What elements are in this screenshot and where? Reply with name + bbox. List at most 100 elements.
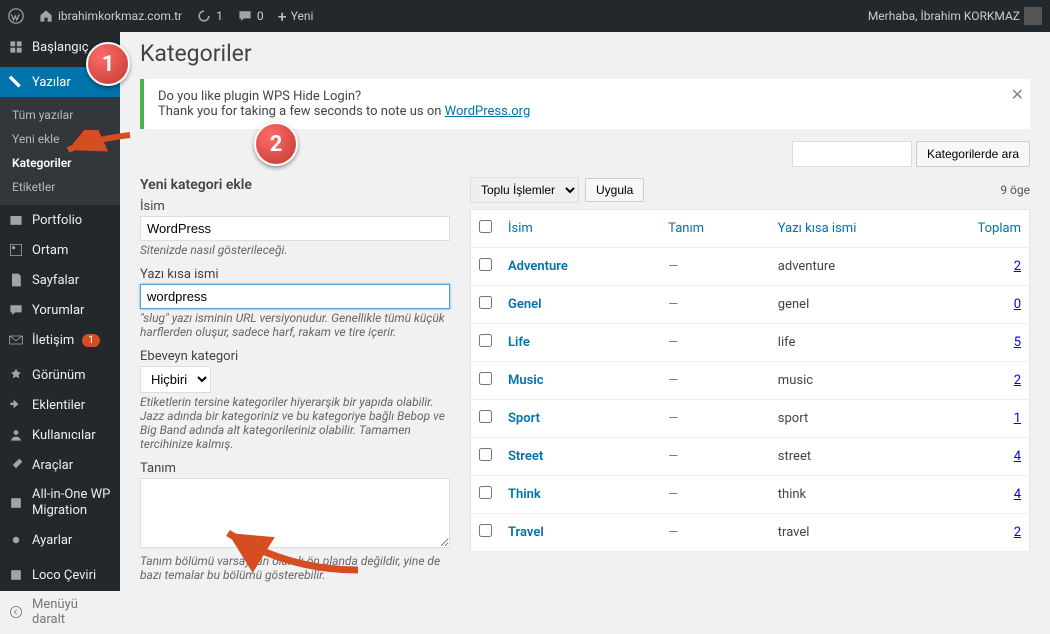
row-desc: —: [660, 400, 770, 438]
row-total-link[interactable]: 0: [1014, 297, 1021, 312]
content-area: Kategoriler Do you like plugin WPS Hide …: [120, 32, 1050, 591]
menu-portfolio[interactable]: Portfolio: [0, 205, 120, 235]
apply-button[interactable]: Uygula: [585, 178, 644, 202]
col-desc[interactable]: Tanım: [660, 210, 770, 248]
row-total-link[interactable]: 2: [1014, 373, 1021, 388]
search-input[interactable]: [792, 141, 912, 167]
admin-sidebar: Başlangıç Yazılar Tüm yazılar Yeni ekle …: [0, 32, 120, 591]
row-name-link[interactable]: Genel: [508, 297, 542, 312]
submenu-tags[interactable]: Etiketler: [0, 175, 120, 199]
bulk-actions-select[interactable]: Toplu İşlemler: [470, 177, 579, 203]
row-name-link[interactable]: Travel: [508, 525, 544, 540]
site-home[interactable]: ibrahimkorkmaz.com.tr: [38, 8, 182, 24]
row-name-link[interactable]: Street: [508, 449, 543, 464]
row-checkbox[interactable]: [479, 448, 492, 461]
notice-link[interactable]: WordPress.org: [445, 104, 531, 119]
row-slug: music: [770, 362, 970, 400]
row-total-link[interactable]: 4: [1014, 487, 1021, 502]
row-name-link[interactable]: Sport: [508, 411, 540, 426]
menu-pages[interactable]: Sayfalar: [0, 265, 120, 295]
row-total-link[interactable]: 2: [1014, 259, 1021, 274]
comments-count[interactable]: 0: [237, 8, 264, 24]
callout-1: 1: [86, 42, 130, 86]
table-row: Travel —travel 2: [471, 514, 1030, 552]
col-total[interactable]: Toplam: [970, 210, 1030, 248]
row-desc: —: [660, 514, 770, 552]
row-slug: travel: [770, 514, 970, 552]
row-slug: genel: [770, 286, 970, 324]
col-name[interactable]: İsim: [500, 210, 660, 248]
row-total-link[interactable]: 4: [1014, 449, 1021, 464]
submenu-categories[interactable]: Kategoriler: [0, 151, 120, 175]
row-desc: —: [660, 248, 770, 286]
menu-comments[interactable]: Yorumlar: [0, 295, 120, 325]
greeting[interactable]: Merhaba, İbrahim KORKMAZ: [868, 7, 1042, 25]
row-checkbox[interactable]: [479, 372, 492, 385]
desc-textarea[interactable]: [140, 478, 450, 548]
table-row: Street —street 4: [471, 438, 1030, 476]
row-checkbox[interactable]: [479, 334, 492, 347]
wp-logo[interactable]: [8, 8, 24, 24]
desc-desc: Tanım bölümü varsayılan olarak ön planda…: [140, 554, 450, 582]
contact-badge: 1: [82, 334, 100, 347]
row-total-link[interactable]: 5: [1014, 335, 1021, 350]
parent-desc: Etiketlerin tersine kategoriler hiyerarş…: [140, 395, 450, 451]
menu-migration[interactable]: All-in-One WP Migration: [0, 480, 120, 525]
slug-input[interactable]: [140, 284, 450, 309]
row-total-link[interactable]: 2: [1014, 525, 1021, 540]
row-checkbox[interactable]: [479, 486, 492, 499]
updates[interactable]: 1: [196, 8, 223, 24]
row-total-link[interactable]: 1: [1014, 411, 1021, 426]
page-title: Kategoriler: [140, 40, 1030, 67]
menu-loco[interactable]: Loco Çeviri: [0, 560, 120, 590]
row-checkbox[interactable]: [479, 258, 492, 271]
row-slug: street: [770, 438, 970, 476]
menu-plugins[interactable]: Eklentiler: [0, 390, 120, 420]
table-row: Think —think 4: [471, 476, 1030, 514]
row-name-link[interactable]: Think: [508, 487, 541, 502]
menu-media[interactable]: Ortam: [0, 235, 120, 265]
row-checkbox[interactable]: [479, 296, 492, 309]
row-checkbox[interactable]: [479, 410, 492, 423]
new-content[interactable]: +Yeni: [278, 7, 314, 26]
search-button[interactable]: Kategorilerde ara: [916, 141, 1030, 167]
table-row: Sport —sport 1: [471, 400, 1030, 438]
row-slug: adventure: [770, 248, 970, 286]
row-name-link[interactable]: Life: [508, 335, 530, 350]
notice-dismiss[interactable]: ✕: [1011, 85, 1024, 104]
row-slug: sport: [770, 400, 970, 438]
parent-label: Ebeveyn kategori: [140, 349, 450, 364]
row-desc: —: [660, 476, 770, 514]
col-slug[interactable]: Yazı kısa ismi: [770, 210, 970, 248]
row-desc: —: [660, 362, 770, 400]
row-slug: think: [770, 476, 970, 514]
table-row: Adventure —adventure 2: [471, 248, 1030, 286]
row-desc: —: [660, 438, 770, 476]
select-all[interactable]: [479, 220, 492, 233]
callout-2: 2: [254, 122, 298, 166]
name-label: İsim: [140, 199, 450, 214]
form-heading: Yeni kategori ekle: [140, 177, 450, 193]
add-category-form: Yeni kategori ekle İsim Sitenizde nasıl …: [140, 177, 450, 591]
row-name-link[interactable]: Adventure: [508, 259, 568, 274]
category-list: Toplu İşlemler Uygula 9 öge İsim Tanım Y…: [470, 177, 1030, 591]
menu-settings[interactable]: Ayarlar: [0, 525, 120, 555]
row-name-link[interactable]: Music: [508, 373, 543, 388]
name-input[interactable]: [140, 216, 450, 241]
row-checkbox[interactable]: [479, 524, 492, 537]
parent-select[interactable]: Hiçbiri: [140, 366, 211, 393]
admin-bar: ibrahimkorkmaz.com.tr 1 0 +Yeni Merhaba,…: [0, 0, 1050, 32]
submenu-all-posts[interactable]: Tüm yazılar: [0, 103, 120, 127]
menu-contact[interactable]: İletişim1: [0, 325, 120, 355]
menu-appearance[interactable]: Görünüm: [0, 360, 120, 390]
menu-collapse[interactable]: Menüyü daralt: [0, 590, 120, 634]
menu-users[interactable]: Kullanıcılar: [0, 420, 120, 450]
table-row: Life —life 5: [471, 324, 1030, 362]
table-row: Music —music 2: [471, 362, 1030, 400]
slug-desc: "slug" yazı isminin URL versiyonudur. Ge…: [140, 311, 450, 339]
row-slug: life: [770, 324, 970, 362]
menu-tools[interactable]: Araçlar: [0, 450, 120, 480]
submenu-new-post[interactable]: Yeni ekle: [0, 127, 120, 151]
categories-table: İsim Tanım Yazı kısa ismi Toplam Adventu…: [470, 209, 1030, 552]
row-desc: —: [660, 324, 770, 362]
